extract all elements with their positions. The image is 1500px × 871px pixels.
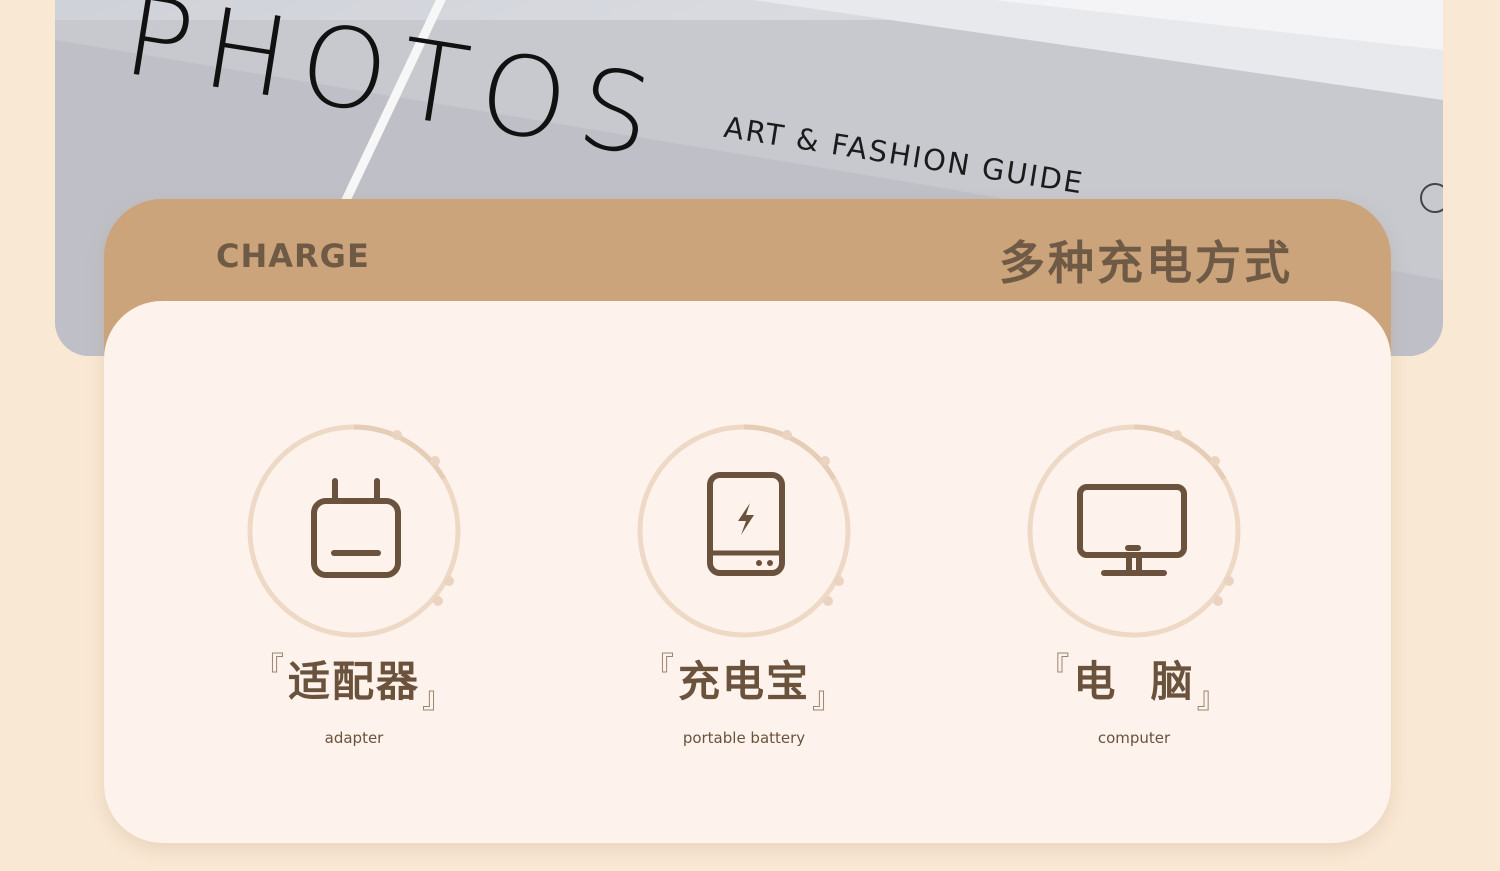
adapter-label: 『适配器』: [253, 651, 454, 716]
charge-card: CHARGE 多种充电方式 『适配器』 adapter 『充电宝』 portab…: [104, 199, 1391, 843]
power-bank-label: 『充电宝』: [643, 651, 844, 716]
card-body: 『适配器』 adapter 『充电宝』 portable battery 『电 …: [104, 301, 1391, 843]
power-bank-sublabel: portable battery: [682, 729, 806, 747]
computer-sublabel: computer: [1097, 729, 1171, 747]
adapter-sublabel: adapter: [324, 729, 384, 747]
adapter-ring: [247, 424, 461, 638]
computer-label: 『电 脑』: [1039, 651, 1229, 716]
charge-option-power-bank: 『充电宝』 portable battery: [624, 411, 864, 751]
card-header-en: CHARGE: [216, 237, 370, 275]
power-bank-ring: [637, 424, 851, 638]
charge-option-adapter: 『适配器』 adapter: [234, 411, 474, 751]
computer-ring: [1027, 424, 1241, 638]
card-header-cn: 多种充电方式: [999, 236, 1293, 290]
charge-option-computer: 『电 脑』 computer: [1014, 411, 1254, 751]
